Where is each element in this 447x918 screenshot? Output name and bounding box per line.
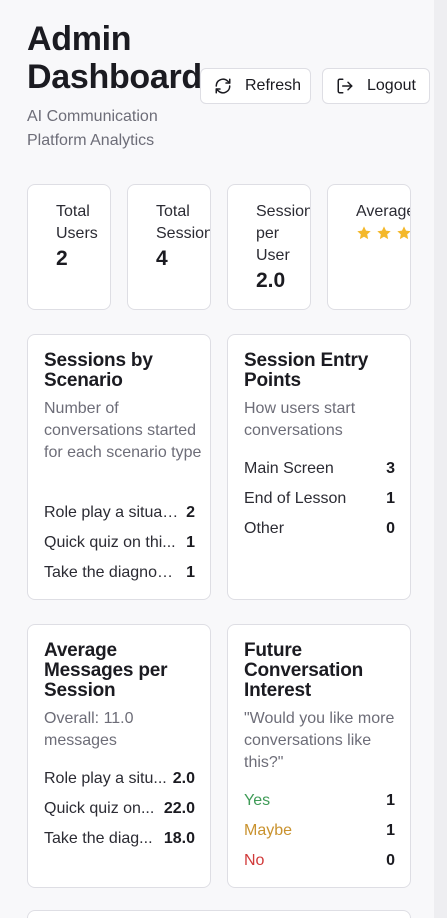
- list-item: Main Screen 3: [244, 458, 395, 480]
- row-label: Quick quiz on thi...: [44, 534, 176, 551]
- rating-stars: [356, 225, 410, 241]
- star-icon: [396, 225, 410, 241]
- stat-label: Total Sessions: [156, 203, 210, 242]
- card-session-entry-points: Session Entry Points How users start con…: [227, 334, 411, 600]
- refresh-icon: [214, 77, 232, 95]
- row-value: 18.0: [163, 830, 195, 847]
- refresh-button[interactable]: Refresh: [200, 68, 311, 104]
- row-label: End of Lesson: [244, 490, 347, 507]
- card-title: Session Entry Points: [244, 350, 369, 391]
- logout-button-label: Logout: [367, 77, 416, 94]
- list-item: Quick quiz on... 22.0: [44, 798, 195, 820]
- star-icon: [376, 225, 392, 241]
- card-future-interest: Future Conversation Interest "Would you …: [227, 624, 411, 888]
- card-sessions-by-scenario: Sessions by Scenario Number of conversat…: [27, 334, 211, 600]
- row-label: Main Screen: [244, 460, 334, 477]
- stat-card-total-users: Total Users 2: [27, 184, 111, 310]
- row-label: Take the diag...: [44, 830, 153, 847]
- page-subtitle: AI Communication Platform Analytics: [27, 108, 158, 149]
- stat-value: 2.0: [256, 269, 286, 292]
- list-item: Other 0: [244, 518, 395, 540]
- list-item: Yes 1: [244, 790, 395, 812]
- row-value: 0: [386, 520, 395, 537]
- list-item: Role play a situati... 2: [44, 502, 195, 524]
- stat-label: Total Users: [56, 203, 98, 242]
- list-item: Quick quiz on thi... 1: [44, 532, 195, 554]
- row-value: 1: [386, 490, 395, 507]
- row-label: Role play a situati...: [44, 504, 184, 521]
- star-icon: [356, 225, 372, 241]
- stat-card-average-rating: Average Ra: [327, 184, 411, 310]
- stat-card-total-sessions: Total Sessions 4: [127, 184, 211, 310]
- row-label: Quick quiz on...: [44, 800, 155, 817]
- row-value: 22.0: [163, 800, 195, 817]
- row-label: Role play a situ...: [44, 770, 167, 787]
- card-title: Sessions by Scenario: [44, 350, 153, 391]
- list-item: Maybe 1: [244, 820, 395, 842]
- row-value: 3: [386, 460, 395, 477]
- row-label: Take the diagnost...: [44, 564, 183, 581]
- row-value: 1: [186, 564, 195, 581]
- refresh-button-label: Refresh: [245, 77, 302, 94]
- list-item: Role play a situ... 2.0: [44, 768, 195, 790]
- card-average-messages: Average Messages per Session Overall: 11…: [27, 624, 211, 888]
- list-item: End of Lesson 1: [244, 488, 395, 510]
- row-label: Other: [244, 520, 285, 537]
- card-description: "Would you like more conversations like …: [244, 710, 395, 771]
- stat-label: Sessions per User: [256, 203, 310, 264]
- dashboard-page: Admin Dashboard AI Communication Platfor…: [0, 0, 434, 918]
- row-label: Maybe: [244, 822, 293, 839]
- card-description: How users start conversations: [244, 400, 356, 439]
- row-value: 2: [186, 504, 195, 521]
- row-value: 2.0: [172, 770, 195, 787]
- card-title: Average Messages per Session: [44, 640, 168, 701]
- list-item: No 0: [244, 850, 395, 872]
- list-item: Take the diag... 18.0: [44, 828, 195, 850]
- row-value: 1: [186, 534, 195, 551]
- row-value: 1: [386, 822, 395, 839]
- stat-label: Average Ra: [356, 203, 411, 220]
- card-description: Number of conversations started for each…: [44, 400, 202, 461]
- row-value: 1: [386, 792, 395, 809]
- stat-value: 4: [156, 247, 168, 270]
- card-description: Overall: 11.0 messages: [44, 710, 134, 749]
- card-title: Future Conversation Interest: [244, 640, 364, 701]
- stat-card-sessions-per-user: Sessions per User 2.0: [227, 184, 311, 310]
- list-item: Take the diagnost... 1: [44, 562, 195, 584]
- page-title: Admin Dashboard: [27, 20, 202, 96]
- logout-button[interactable]: Logout: [322, 68, 430, 104]
- logout-icon: [336, 77, 354, 95]
- row-label: Yes: [244, 792, 271, 809]
- stat-value: 2: [56, 247, 68, 270]
- row-label: No: [244, 852, 265, 869]
- row-value: 0: [386, 852, 395, 869]
- next-card-partial: [27, 910, 411, 918]
